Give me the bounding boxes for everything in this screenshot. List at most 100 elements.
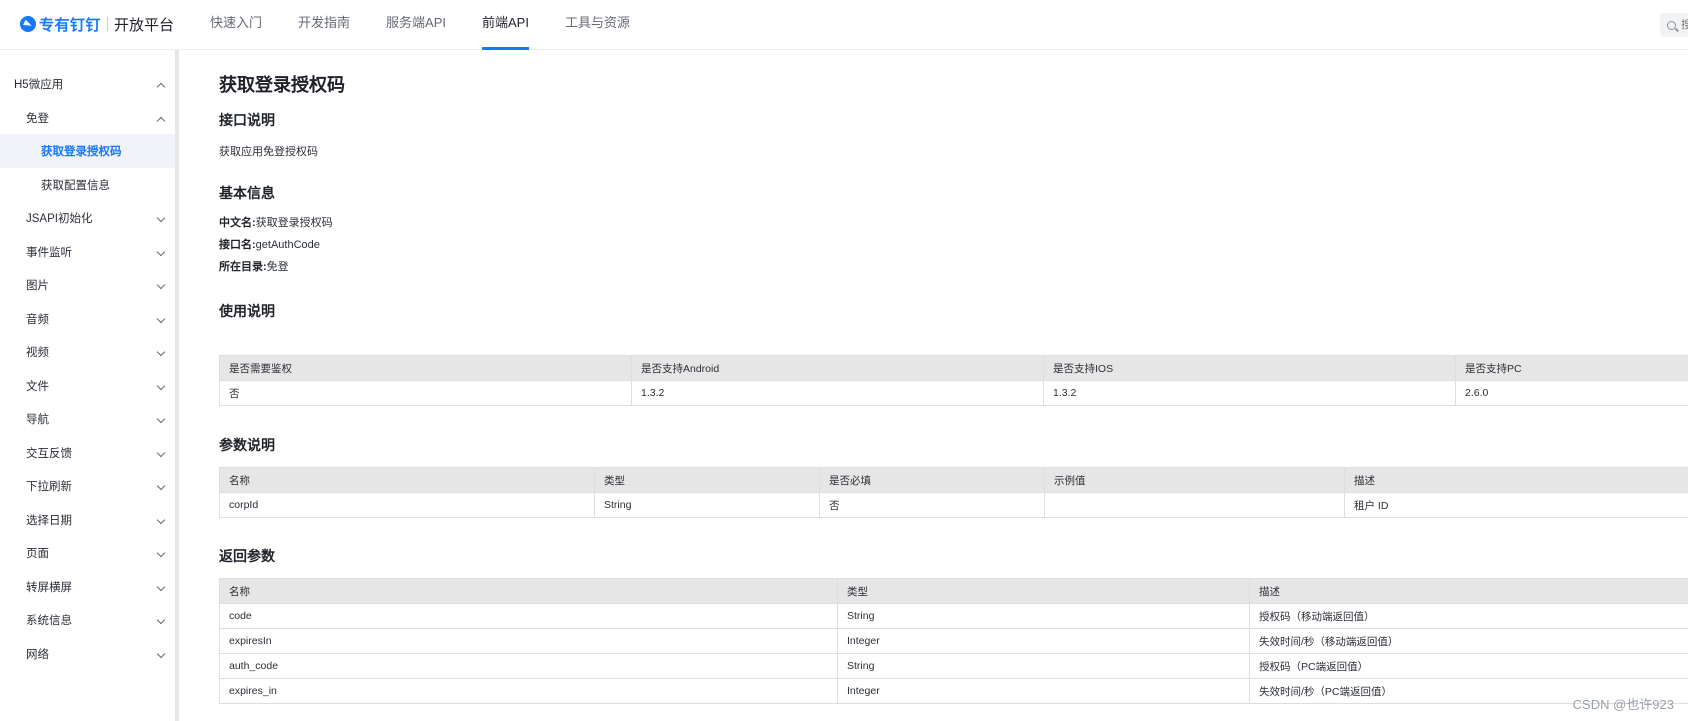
nav-item[interactable]: 前端API	[482, 0, 529, 50]
sidebar-item[interactable]: 交互反馈	[0, 436, 175, 470]
sidebar-item-label: 转屏横屏	[26, 581, 72, 594]
nav-item[interactable]: 服务端API	[386, 0, 446, 50]
table-header-cell: 示例值	[1044, 467, 1345, 493]
chevron-down-icon[interactable]	[156, 448, 166, 457]
table-cell: String	[837, 653, 1250, 679]
table-cell: Integer	[837, 678, 1250, 704]
chevron-down-icon[interactable]	[156, 213, 166, 223]
params-table: 名称 类型 是否必填 示例值 描述 corpId String 否租户 ID	[219, 467, 1688, 518]
sidebar-item-label: 选择日期	[26, 514, 72, 527]
chevron-down-icon[interactable]	[156, 582, 166, 591]
sidebar-item[interactable]: 音频	[0, 302, 175, 336]
sidebar-item[interactable]: 网络	[0, 637, 175, 671]
sidebar-item[interactable]: 获取配置信息	[0, 168, 175, 202]
basic-info-row: 中文名:获取登录授权码	[219, 214, 333, 230]
table-row: corpId String 否 租户 ID	[219, 492, 1688, 518]
chevron-down-icon[interactable]	[156, 481, 166, 491]
sidebar-item-label: 导航	[26, 414, 49, 426]
chevron-up-icon[interactable]	[156, 116, 166, 125]
sidebar-item-label: 页面	[26, 548, 49, 560]
chevron-up-icon[interactable]	[156, 82, 166, 92]
chevron-down-icon[interactable]	[156, 515, 166, 524]
watermark: CSDN @也许923	[1572, 697, 1674, 712]
table-header-row: 名称 类型 描述	[219, 578, 1688, 604]
chevron-down-icon[interactable]	[156, 314, 166, 323]
logo-divider	[107, 17, 109, 31]
sidebar-item[interactable]: 选择日期	[0, 503, 175, 537]
sidebar-item[interactable]: 事件监听	[0, 235, 175, 269]
chevron-down-icon[interactable]	[156, 280, 166, 290]
sidebar-item[interactable]: 页面	[0, 536, 175, 570]
table-cell	[1044, 492, 1345, 518]
table-cell: 失效时间/秒（移动端返回值）	[1249, 628, 1688, 654]
sidebar-item[interactable]: 下拉刷新	[0, 469, 175, 503]
chevron-down-icon[interactable]	[156, 347, 166, 357]
chevron-down-icon[interactable]	[156, 649, 166, 658]
sidebar-item-label: 免登	[26, 112, 49, 125]
logo-brand: 专有钉钉	[39, 16, 102, 34]
basic-info-row: 接口名:getAuthCode	[219, 236, 320, 252]
returns-table: 名称 类型 描述 code String 授权码（移动端返回值） expiresIn Inte…	[219, 578, 1688, 704]
table-cell: 否	[819, 492, 1045, 518]
basic-info-key: 中文名:	[219, 217, 256, 229]
sidebar-item-label: 图片	[26, 280, 49, 292]
sidebar-item-label: 获取登录授权码	[41, 146, 122, 158]
nav-item[interactable]: 工具与资源	[565, 0, 630, 50]
main-content: 获取登录授权码 接口说明 获取应用免登授权码 基本信息 中文名:获取登录授权码接…	[219, 50, 1688, 721]
table-cell: 1.3.2	[631, 380, 1044, 406]
top-header: 专有钉钉 开放平台 快速入门 开发指南 服务端API 前端API 工具与资源	[0, 0, 1688, 50]
search-input[interactable]	[1681, 19, 1688, 31]
basic-info-value: 获取登录授权码	[255, 217, 333, 229]
table-header-row: 名称 类型 是否必填 示例值 描述	[219, 467, 1688, 493]
sidebar-item[interactable]: 导航	[0, 402, 175, 436]
sidebar-item-label: 网络	[26, 648, 49, 661]
chevron-down-icon[interactable]	[156, 247, 166, 256]
chevron-down-icon[interactable]	[156, 615, 166, 625]
logo[interactable]: 专有钉钉 开放平台	[20, 12, 174, 36]
table-cell: String	[594, 492, 820, 518]
search-box[interactable]	[1660, 13, 1688, 37]
top-nav: 快速入门 开发指南 服务端API 前端API 工具与资源	[210, 0, 666, 50]
table-cell: 1.3.2	[1043, 380, 1456, 406]
basic-info-row: 所在目录:免登	[219, 258, 289, 274]
table-header-cell: 名称	[219, 467, 595, 493]
sidebar-item-label: 获取配置信息	[41, 179, 110, 192]
chevron-down-icon[interactable]	[156, 414, 166, 424]
logo-platform: 开放平台	[114, 16, 175, 34]
sidebar-item-label: H5微应用	[14, 79, 64, 91]
sidebar-item[interactable]: 文件	[0, 369, 175, 403]
sidebar-item[interactable]: 系统信息	[0, 603, 175, 637]
sidebar-item[interactable]: 视频	[0, 335, 175, 369]
sidebar-item[interactable]: 免登	[0, 101, 175, 135]
search-icon	[1667, 20, 1676, 30]
usage-table: 是否需要鉴权 是否支持Android 是否支持IOS 是否支持PC 否 1.3.2 1.3.…	[219, 355, 1688, 406]
sidebar-item[interactable]: JSAPI初始化	[0, 201, 175, 235]
basic-info-key: 所在目录:	[219, 261, 267, 273]
chevron-down-icon[interactable]	[156, 548, 166, 558]
dingtalk-logo-icon	[20, 16, 36, 32]
table-header-cell: 类型	[837, 578, 1250, 604]
section-heading-basic: 基本信息	[219, 185, 275, 201]
intro-text: 获取应用免登授权码	[219, 146, 318, 158]
section-heading-intro: 接口说明	[219, 112, 275, 128]
sidebar: H5微应用免登获取登录授权码 获取配置信息 JSAPI初始化 事件监听图片音频视频文件…	[0, 50, 179, 721]
table-header-cell: 是否支持Android	[631, 355, 1044, 381]
table-row: expires_in Integer 失效时间/秒（PC端返回值）	[219, 678, 1688, 704]
sidebar-item[interactable]: 图片	[0, 268, 175, 302]
table-header-cell: 是否必填	[819, 467, 1045, 493]
table-header-cell: 描述	[1344, 467, 1688, 493]
sidebar-item[interactable]: H5微应用	[0, 67, 175, 101]
table-cell: 否	[219, 380, 632, 406]
chevron-down-icon[interactable]	[156, 381, 166, 390]
sidebar-item-label: 文件	[26, 380, 49, 393]
table-cell: String	[837, 603, 1250, 629]
table-header-row: 是否需要鉴权 是否支持Android 是否支持IOS 是否支持PC	[219, 355, 1688, 381]
sidebar-item-label: 音频	[26, 313, 49, 326]
nav-item[interactable]: 开发指南	[298, 0, 350, 50]
table-row: code String 授权码（移动端返回值）	[219, 603, 1688, 629]
sidebar-item[interactable]: 转屏横屏	[0, 570, 175, 604]
nav-item[interactable]: 快速入门	[210, 0, 262, 50]
table-header-cell: 描述	[1249, 578, 1688, 604]
sidebar-item[interactable]: 获取登录授权码	[0, 134, 175, 168]
table-cell: 2.6.0	[1455, 380, 1688, 406]
